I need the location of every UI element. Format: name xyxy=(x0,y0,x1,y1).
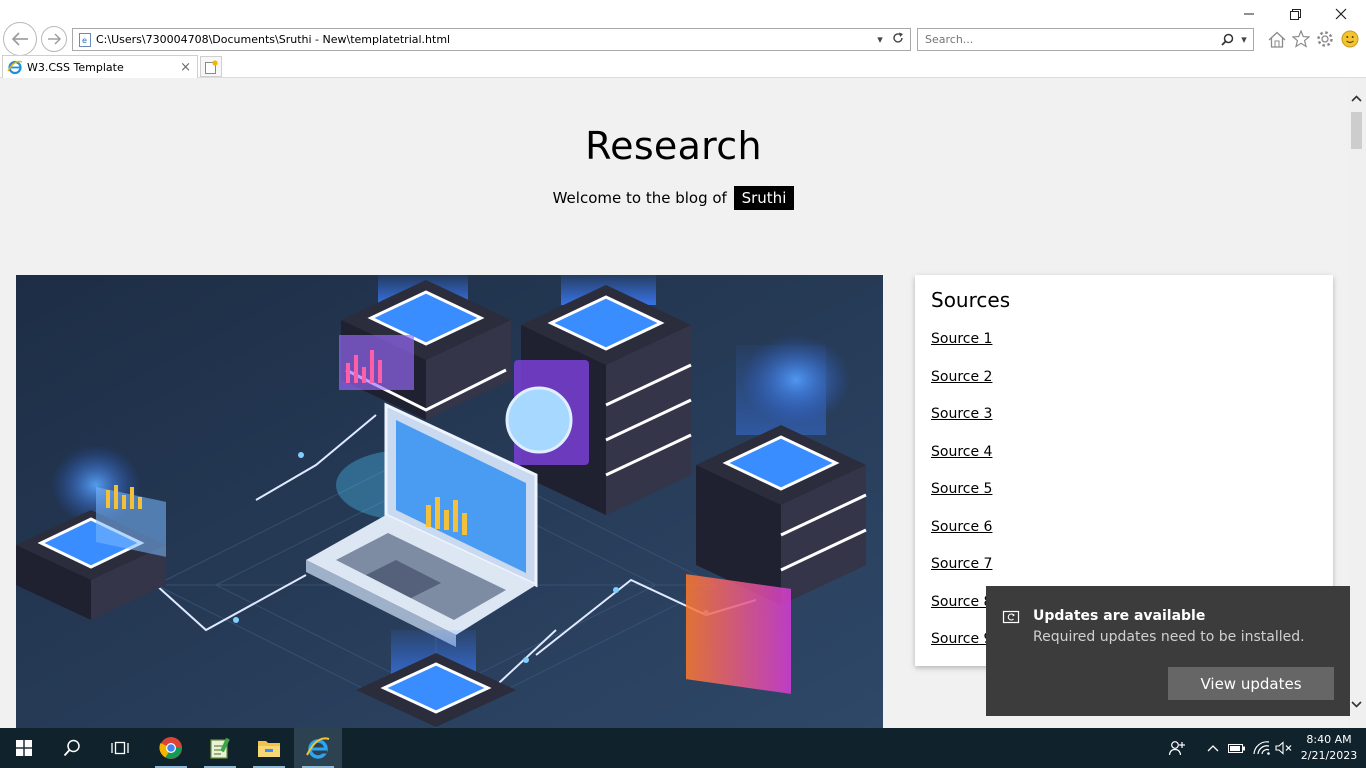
internet-explorer-taskbar-button[interactable] xyxy=(294,728,342,768)
page-icon: e xyxy=(79,32,91,47)
close-icon xyxy=(1335,8,1347,20)
folder-icon xyxy=(258,741,280,757)
scrollbar-thumb[interactable] xyxy=(1351,112,1362,149)
source-link-6[interactable]: Source 6 xyxy=(931,519,992,535)
task-view-button[interactable] xyxy=(96,728,144,768)
svg-text:e: e xyxy=(82,36,87,45)
notepad-taskbar-button[interactable] xyxy=(196,728,244,768)
arrow-right-icon xyxy=(48,33,61,45)
close-window-button[interactable] xyxy=(1318,2,1364,26)
minimize-button[interactable] xyxy=(1226,2,1272,26)
back-button[interactable] xyxy=(3,22,37,56)
start-button[interactable] xyxy=(0,728,48,768)
tab-close-icon[interactable]: × xyxy=(180,60,191,75)
new-tab-icon xyxy=(204,59,218,74)
sources-title: Sources xyxy=(931,288,1011,312)
volume-muted-icon[interactable] xyxy=(1274,738,1294,758)
welcome-line: Welcome to the blog of Sruthi xyxy=(0,186,1347,210)
search-input[interactable] xyxy=(918,33,1219,46)
source-link-8[interactable]: Source 8 xyxy=(931,594,992,610)
notepad-icon xyxy=(210,737,230,759)
favorites-star-icon[interactable] xyxy=(1290,28,1312,50)
chrome-taskbar-button[interactable] xyxy=(147,728,195,768)
tab-strip: W3.CSS Template × xyxy=(0,54,1366,78)
scroll-up-icon[interactable] xyxy=(1347,90,1366,106)
minimize-icon xyxy=(1244,13,1254,15)
view-updates-button[interactable]: View updates xyxy=(1168,667,1334,700)
welcome-text: Welcome to the blog of xyxy=(552,189,727,207)
clock-date: 2/21/2023 xyxy=(1300,749,1358,762)
tab-title: W3.CSS Template xyxy=(27,60,124,74)
search-icon xyxy=(63,739,80,757)
notification-title: Updates are available xyxy=(1033,608,1206,624)
update-notification[interactable]: Updates are available Required updates n… xyxy=(986,586,1350,716)
source-link-2[interactable]: Source 2 xyxy=(931,369,992,385)
source-link-9[interactable]: Source 9 xyxy=(931,631,992,647)
windows-logo-icon xyxy=(16,740,32,756)
search-taskbar-button[interactable] xyxy=(48,728,96,768)
search-icon[interactable] xyxy=(1219,33,1235,46)
restore-button[interactable] xyxy=(1272,2,1318,26)
arrow-left-icon xyxy=(11,32,28,46)
update-icon xyxy=(1002,610,1020,624)
source-link-4[interactable]: Source 4 xyxy=(931,444,992,460)
browser-chrome: e C:\Users\730004708\Documents\Sruthi - … xyxy=(0,0,1366,78)
wifi-icon[interactable] xyxy=(1252,738,1272,758)
internet-explorer-icon xyxy=(306,737,330,759)
tab-w3css-template[interactable]: W3.CSS Template × xyxy=(2,55,198,78)
chrome-icon xyxy=(159,737,182,759)
page-title: Research xyxy=(585,124,762,168)
hero-illustration xyxy=(16,275,883,728)
address-text[interactable]: C:\Users\730004708\Documents\Sruthi - Ne… xyxy=(96,33,871,46)
smiley-feedback-icon[interactable] xyxy=(1339,28,1361,50)
show-hidden-icons-chevron-icon[interactable] xyxy=(1203,738,1223,758)
ie-tab-icon xyxy=(7,60,23,75)
notification-body: Required updates need to be installed. xyxy=(1033,629,1305,645)
address-dropdown-icon[interactable]: ▾ xyxy=(871,33,889,46)
settings-gear-icon[interactable] xyxy=(1314,28,1336,50)
source-link-5[interactable]: Source 5 xyxy=(931,481,992,497)
people-icon[interactable] xyxy=(1167,738,1187,758)
home-icon[interactable] xyxy=(1266,28,1288,50)
taskbar: 8:40 AM 2/21/2023 xyxy=(0,728,1366,768)
task-view-icon xyxy=(111,741,129,755)
refresh-icon[interactable] xyxy=(889,32,907,47)
author-name-badge: Sruthi xyxy=(733,186,795,210)
search-dropdown-icon[interactable]: ▾ xyxy=(1235,33,1253,46)
address-bar[interactable]: e C:\Users\730004708\Documents\Sruthi - … xyxy=(72,28,911,51)
system-clock[interactable]: 8:40 AM 2/21/2023 xyxy=(1296,732,1362,764)
battery-icon[interactable] xyxy=(1227,738,1247,758)
clock-time: 8:40 AM xyxy=(1306,733,1352,746)
source-link-1[interactable]: Source 1 xyxy=(931,331,992,347)
restore-icon xyxy=(1289,8,1301,20)
file-explorer-taskbar-button[interactable] xyxy=(245,728,293,768)
new-tab-button[interactable] xyxy=(200,56,222,77)
forward-button[interactable] xyxy=(41,26,67,52)
source-link-7[interactable]: Source 7 xyxy=(931,556,992,572)
source-link-3[interactable]: Source 3 xyxy=(931,406,992,422)
search-box[interactable]: ▾ xyxy=(917,28,1254,51)
hero-image xyxy=(16,275,883,728)
